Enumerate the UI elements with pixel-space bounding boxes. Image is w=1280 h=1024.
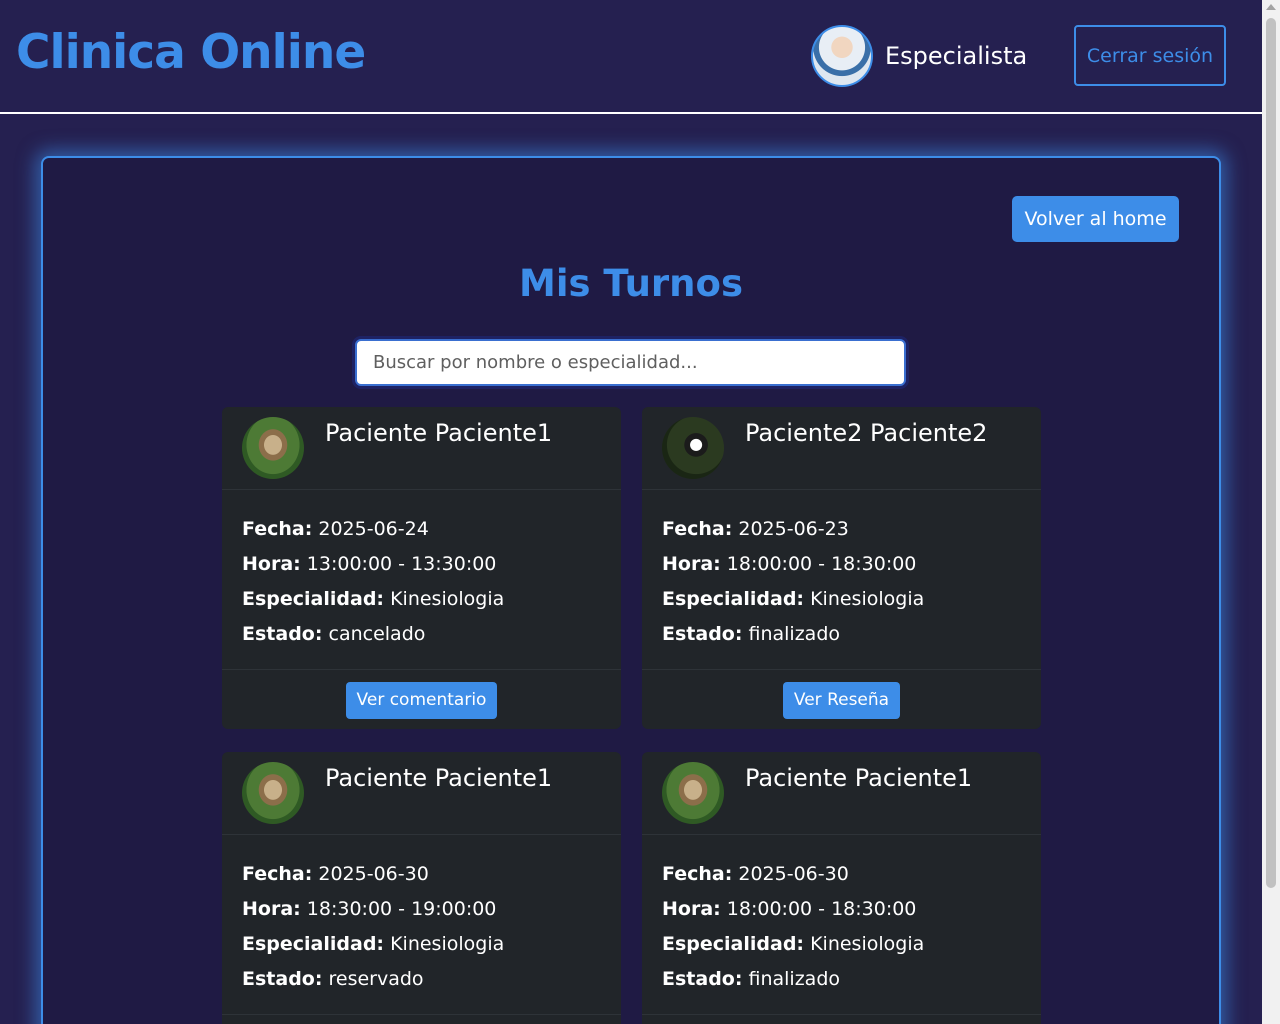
estado-label: Estado: xyxy=(662,968,743,990)
fecha-row: Fecha: 2025-06-30 xyxy=(662,857,1021,892)
logout-button[interactable]: Cerrar sesión xyxy=(1074,25,1226,86)
card-body: Fecha: 2025-06-24 Hora: 13:00:00 - 13:30… xyxy=(222,490,621,670)
turno-card: Paciente Paciente1 Fecha: 2025-06-24 Hor… xyxy=(222,407,621,729)
fecha-row: Fecha: 2025-06-23 xyxy=(662,512,1021,547)
fecha-label: Fecha: xyxy=(242,518,313,540)
fecha-label: Fecha: xyxy=(662,518,733,540)
hora-value: 18:00:00 - 18:30:00 xyxy=(726,553,917,575)
hora-label: Hora: xyxy=(242,898,301,920)
back-home-button[interactable]: Volver al home xyxy=(1012,196,1179,242)
user-block: Especialista xyxy=(811,25,1027,87)
patient-name: Paciente Paciente1 xyxy=(325,419,553,447)
estado-row: Estado: finalizado xyxy=(662,617,1021,652)
fecha-value: 2025-06-24 xyxy=(318,518,429,540)
especialidad-label: Especialidad: xyxy=(662,933,805,955)
ver-resena-button[interactable]: Ver Reseña xyxy=(782,681,901,719)
patient-avatar xyxy=(662,417,724,479)
card-footer: Ver Reseña xyxy=(642,670,1041,729)
especialidad-row: Especialidad: Kinesiologia xyxy=(242,927,601,962)
hora-value: 18:00:00 - 18:30:00 xyxy=(726,898,917,920)
estado-value: finalizado xyxy=(748,968,841,990)
card-header: Paciente Paciente1 xyxy=(222,752,621,835)
especialidad-label: Especialidad: xyxy=(242,588,385,610)
card-body: Fecha: 2025-06-30 Hora: 18:30:00 - 19:00… xyxy=(222,835,621,1015)
card-body: Fecha: 2025-06-30 Hora: 18:00:00 - 18:30… xyxy=(642,835,1041,1015)
brand-title[interactable]: Clinica Online xyxy=(16,24,366,82)
especialidad-value: Kinesiologia xyxy=(810,933,925,955)
hora-row: Hora: 18:30:00 - 19:00:00 xyxy=(242,892,601,927)
estado-value: cancelado xyxy=(328,623,426,645)
fecha-value: 2025-06-30 xyxy=(318,863,429,885)
ver-comentario-button[interactable]: Ver comentario xyxy=(345,681,498,719)
hora-label: Hora: xyxy=(662,553,721,575)
scroll-up-arrow-icon[interactable] xyxy=(1266,4,1276,10)
fecha-row: Fecha: 2025-06-30 xyxy=(242,857,601,892)
especialidad-label: Especialidad: xyxy=(662,588,805,610)
hora-value: 13:00:00 - 13:30:00 xyxy=(306,553,497,575)
especialidad-value: Kinesiologia xyxy=(810,588,925,610)
hora-row: Hora: 18:00:00 - 18:30:00 xyxy=(662,547,1021,582)
especialidad-value: Kinesiologia xyxy=(390,588,505,610)
search-input[interactable] xyxy=(355,339,906,386)
estado-label: Estado: xyxy=(662,623,743,645)
patient-name: Paciente Paciente1 xyxy=(745,764,973,792)
user-avatar xyxy=(811,25,873,87)
top-navbar: Clinica Online Especialista Cerrar sesió… xyxy=(0,0,1262,114)
card-footer: Ver comentario xyxy=(222,670,621,729)
estado-row: Estado: finalizado xyxy=(662,962,1021,997)
hora-row: Hora: 18:00:00 - 18:30:00 xyxy=(662,892,1021,927)
scrollbar-thumb[interactable] xyxy=(1266,18,1276,888)
fecha-value: 2025-06-30 xyxy=(738,863,849,885)
fecha-label: Fecha: xyxy=(662,863,733,885)
user-role: Especialista xyxy=(885,42,1028,70)
patient-avatar xyxy=(662,762,724,824)
estado-label: Estado: xyxy=(242,968,323,990)
turno-card: Paciente Paciente1 Fecha: 2025-06-30 Hor… xyxy=(222,752,621,1024)
card-body: Fecha: 2025-06-23 Hora: 18:00:00 - 18:30… xyxy=(642,490,1041,670)
especialidad-row: Especialidad: Kinesiologia xyxy=(662,927,1021,962)
especialidad-row: Especialidad: Kinesiologia xyxy=(242,582,601,617)
page-title: Mis Turnos xyxy=(519,262,743,305)
especialidad-value: Kinesiologia xyxy=(390,933,505,955)
card-header: Paciente Paciente1 xyxy=(642,752,1041,835)
turno-card: Paciente Paciente1 Fecha: 2025-06-30 Hor… xyxy=(642,752,1041,1024)
card-header: Paciente Paciente1 xyxy=(222,407,621,490)
estado-row: Estado: cancelado xyxy=(242,617,601,652)
fecha-label: Fecha: xyxy=(242,863,313,885)
turno-card: Paciente2 Paciente2 Fecha: 2025-06-23 Ho… xyxy=(642,407,1041,729)
card-header: Paciente2 Paciente2 xyxy=(642,407,1041,490)
patient-name: Paciente2 Paciente2 xyxy=(745,419,988,447)
estado-value: reservado xyxy=(328,968,424,990)
estado-value: finalizado xyxy=(748,623,841,645)
estado-row: Estado: reservado xyxy=(242,962,601,997)
especialidad-row: Especialidad: Kinesiologia xyxy=(662,582,1021,617)
patient-avatar xyxy=(242,417,304,479)
page-scrollbar[interactable] xyxy=(1262,0,1280,1024)
hora-row: Hora: 13:00:00 - 13:30:00 xyxy=(242,547,601,582)
patient-avatar xyxy=(242,762,304,824)
fecha-row: Fecha: 2025-06-24 xyxy=(242,512,601,547)
fecha-value: 2025-06-23 xyxy=(738,518,849,540)
hora-value: 18:30:00 - 19:00:00 xyxy=(306,898,497,920)
hora-label: Hora: xyxy=(242,553,301,575)
patient-name: Paciente Paciente1 xyxy=(325,764,553,792)
hora-label: Hora: xyxy=(662,898,721,920)
especialidad-label: Especialidad: xyxy=(242,933,385,955)
estado-label: Estado: xyxy=(242,623,323,645)
